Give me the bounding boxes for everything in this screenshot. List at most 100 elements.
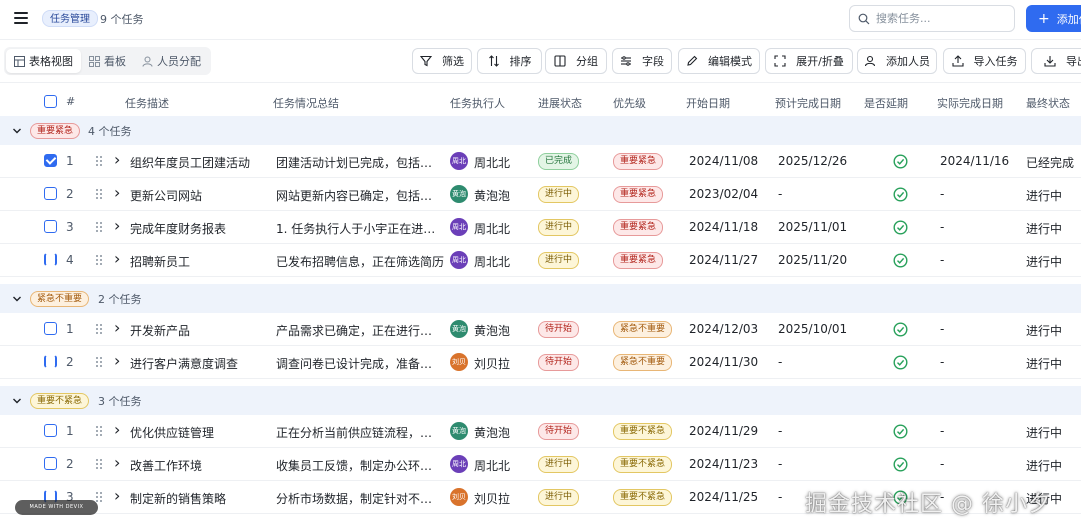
table-row[interactable]: 1 › 优化供应链管理 正在分析当前供应链流程，识别瓶颈黄泡黄泡泡 待开始 重要不紧急 20… xyxy=(0,415,1081,448)
status-badge[interactable]: 已完成 xyxy=(538,153,580,170)
chevron-right-icon[interactable]: › xyxy=(114,486,120,505)
sort-button[interactable]: 排序 xyxy=(477,48,542,74)
task-description[interactable]: 招聘新员工 xyxy=(130,253,190,270)
drag-handle-icon[interactable] xyxy=(96,255,104,265)
filter-button[interactable]: 筛选 xyxy=(412,48,472,74)
priority-badge[interactable]: 重要紧急 xyxy=(613,252,664,269)
actual-date[interactable]: - xyxy=(940,220,944,234)
status-badge[interactable]: 进行中 xyxy=(538,252,580,269)
chevron-down-icon[interactable] xyxy=(12,126,22,136)
col-header-task[interactable]: 任务描述 xyxy=(125,95,169,111)
row-checkbox[interactable] xyxy=(44,322,57,335)
task-summary[interactable]: 产品需求已确定，正在进行原型设计 xyxy=(276,322,444,339)
row-checkbox[interactable] xyxy=(44,355,57,368)
export-button[interactable]: 导出 xyxy=(1031,48,1081,74)
task-summary[interactable]: 调查问卷已设计完成，准备发放给客户 xyxy=(276,355,444,372)
due-date[interactable]: - xyxy=(778,457,782,471)
drag-handle-icon[interactable] xyxy=(96,324,104,334)
priority-badge[interactable]: 重要紧急 xyxy=(613,153,664,170)
col-header-start[interactable]: 开始日期 xyxy=(686,95,730,111)
task-summary[interactable]: 正在分析当前供应链流程，识别瓶颈 xyxy=(276,424,444,441)
task-description[interactable]: 更新公司网站 xyxy=(130,187,202,204)
drag-handle-icon[interactable] xyxy=(96,156,104,166)
chevron-right-icon[interactable]: › xyxy=(114,420,120,439)
assignee-name[interactable]: 刘贝拉 xyxy=(474,490,510,507)
start-date[interactable]: 2024/11/25 xyxy=(689,490,758,504)
tab-table-view[interactable]: 表格视图 xyxy=(6,49,81,73)
col-header-assignee[interactable]: 任务执行人 xyxy=(450,95,505,111)
row-checkbox[interactable] xyxy=(44,220,57,233)
task-summary[interactable]: 1. 任务执行人于小宇正在进行数据汇总 xyxy=(276,220,444,237)
chevron-right-icon[interactable]: › xyxy=(114,351,120,370)
due-date[interactable]: 2025/10/01 xyxy=(778,322,847,336)
task-description[interactable]: 改善工作环境 xyxy=(130,457,202,474)
search-box[interactable] xyxy=(849,5,1015,32)
start-date[interactable]: 2024/11/23 xyxy=(689,457,758,471)
row-checkbox[interactable] xyxy=(44,253,57,266)
edit-mode-button[interactable]: 编辑模式 xyxy=(678,48,760,74)
task-summary[interactable]: 分析市场数据，制定针对不同客户群体的策略 xyxy=(276,490,444,507)
row-checkbox[interactable] xyxy=(44,457,57,470)
due-date[interactable]: 2025/11/20 xyxy=(778,253,847,267)
status-badge[interactable]: 待开始 xyxy=(538,321,580,338)
priority-badge[interactable]: 重要紧急 xyxy=(613,219,664,236)
task-description[interactable]: 优化供应链管理 xyxy=(130,424,214,441)
table-row[interactable]: 2 › 进行客户满意度调查 调查问卷已设计完成，准备发放给客户刘贝刘贝拉 待开始 紧急不重… xyxy=(0,346,1081,379)
assignee-name[interactable]: 周北北 xyxy=(474,457,510,474)
start-date[interactable]: 2024/11/18 xyxy=(689,220,758,234)
chevron-down-icon[interactable] xyxy=(12,396,22,406)
tab-assignment[interactable]: 人员分配 xyxy=(134,49,209,73)
assignee-name[interactable]: 刘贝拉 xyxy=(474,355,510,372)
priority-badge[interactable]: 重要不紧急 xyxy=(613,489,673,506)
drag-handle-icon[interactable] xyxy=(96,357,104,367)
assignee-name[interactable]: 黄泡泡 xyxy=(474,322,510,339)
col-header-summary[interactable]: 任务情况总结 xyxy=(273,95,339,111)
task-description[interactable]: 进行客户满意度调查 xyxy=(130,355,238,372)
search-input[interactable] xyxy=(876,12,1006,25)
priority-badge[interactable]: 紧急不重要 xyxy=(613,321,673,338)
group-header[interactable]: 紧急不重要 2 个任务 xyxy=(0,284,1081,313)
chevron-right-icon[interactable]: › xyxy=(114,150,120,169)
status-badge[interactable]: 待开始 xyxy=(538,423,580,440)
status-badge[interactable]: 待开始 xyxy=(538,354,580,371)
row-checkbox[interactable] xyxy=(44,154,57,167)
actual-date[interactable]: - xyxy=(940,253,944,267)
chevron-right-icon[interactable]: › xyxy=(114,216,120,235)
assignee-name[interactable]: 黄泡泡 xyxy=(474,424,510,441)
start-date[interactable]: 2023/02/04 xyxy=(689,187,758,201)
status-badge[interactable]: 进行中 xyxy=(538,219,580,236)
col-header-status[interactable]: 进展状态 xyxy=(538,95,582,111)
col-header-delayed[interactable]: 是否延期 xyxy=(864,95,908,111)
due-date[interactable]: 2025/11/01 xyxy=(778,220,847,234)
chevron-right-icon[interactable]: › xyxy=(114,183,120,202)
add-member-button[interactable]: 添加人员 xyxy=(857,48,937,74)
col-header-number[interactable]: # xyxy=(66,95,75,108)
chevron-right-icon[interactable]: › xyxy=(114,453,120,472)
actual-date[interactable]: - xyxy=(940,187,944,201)
task-description[interactable]: 组织年度员工团建活动 xyxy=(130,154,250,171)
priority-badge[interactable]: 紧急不重要 xyxy=(613,354,673,371)
table-row[interactable]: 1 › 组织年度员工团建活动 团建活动计划已完成，包括场地预订、活动安排等周北周北北 已… xyxy=(0,145,1081,178)
due-date[interactable]: 2025/12/26 xyxy=(778,154,847,168)
assignee-name[interactable]: 黄泡泡 xyxy=(474,187,510,204)
add-task-button[interactable]: + 添加任务 xyxy=(1026,5,1081,32)
drag-handle-icon[interactable] xyxy=(96,222,104,232)
assignee-name[interactable]: 周北北 xyxy=(474,220,510,237)
actual-date[interactable]: - xyxy=(940,322,944,336)
menu-icon[interactable] xyxy=(14,12,28,24)
actual-date[interactable]: 2024/11/16 xyxy=(940,154,1009,168)
due-date[interactable]: - xyxy=(778,490,782,504)
due-date[interactable]: - xyxy=(778,355,782,369)
drag-handle-icon[interactable] xyxy=(96,459,104,469)
start-date[interactable]: 2024/11/08 xyxy=(689,154,758,168)
col-header-actual[interactable]: 实际完成日期 xyxy=(937,95,1003,111)
assignee-name[interactable]: 周北北 xyxy=(474,154,510,171)
col-header-due[interactable]: 预计完成日期 xyxy=(775,95,841,111)
task-summary[interactable]: 网站更新内容已确定，包括新闻页面和产品介绍 xyxy=(276,187,444,204)
start-date[interactable]: 2024/11/30 xyxy=(689,355,758,369)
col-header-final[interactable]: 最终状态 xyxy=(1026,95,1070,111)
task-summary[interactable]: 团建活动计划已完成，包括场地预订、活动安排等 xyxy=(276,154,444,171)
task-summary[interactable]: 收集员工反馈，制定办公环境改善方案 xyxy=(276,457,444,474)
table-row[interactable]: 2 › 更新公司网站 网站更新内容已确定，包括新闻页面和产品介绍黄泡黄泡泡 进行中 重要紧… xyxy=(0,178,1081,211)
expand-collapse-button[interactable]: 展开/折叠 xyxy=(765,48,853,74)
